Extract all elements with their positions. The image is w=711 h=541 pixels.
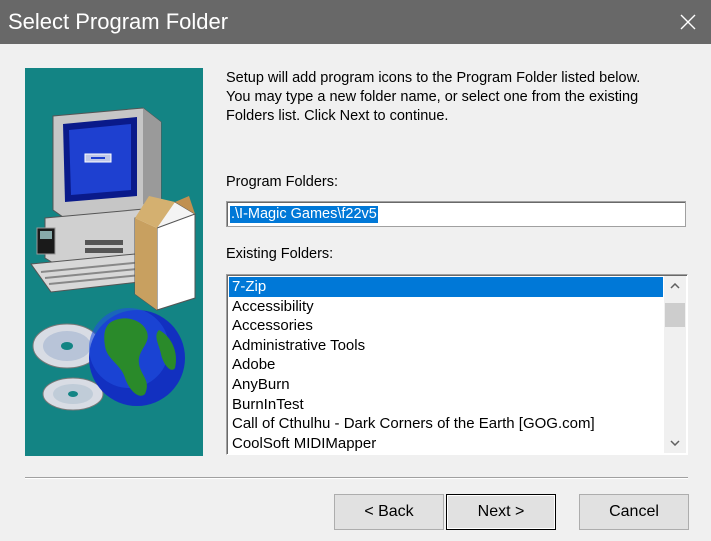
scroll-down-button[interactable] <box>664 433 686 453</box>
computer-globe-illustration <box>30 107 196 411</box>
list-item[interactable]: 7-Zip <box>229 277 663 297</box>
existing-folders-label: Existing Folders: <box>226 246 334 262</box>
close-icon <box>680 14 696 30</box>
existing-folders-list[interactable]: 7-Zip Accessibility Accessories Administ… <box>226 274 688 455</box>
instructions-line: Setup will add program icons to the Prog… <box>226 70 641 86</box>
folder-list-items: 7-Zip Accessibility Accessories Administ… <box>229 277 663 453</box>
back-button[interactable]: < Back <box>334 494 444 530</box>
vertical-scrollbar[interactable] <box>664 276 686 453</box>
program-folders-label: Program Folders: <box>226 174 339 190</box>
next-button[interactable]: Next > <box>446 494 556 530</box>
chevron-down-icon <box>670 440 680 446</box>
list-item[interactable]: Accessibility <box>229 297 663 317</box>
program-folder-value: .\I-Magic Games\f22v5 <box>230 206 378 223</box>
list-item[interactable]: AnyBurn <box>229 375 663 395</box>
scroll-thumb[interactable] <box>665 303 685 327</box>
scroll-up-button[interactable] <box>664 276 686 296</box>
instructions-text: Setup will add program icons to the Prog… <box>226 69 686 126</box>
list-item[interactable]: BurnInTest <box>229 395 663 415</box>
list-item[interactable]: Call of Cthulhu - Dark Corners of the Ea… <box>229 414 663 434</box>
list-item[interactable]: Adobe <box>229 355 663 375</box>
cancel-button[interactable]: Cancel <box>579 494 689 530</box>
button-divider <box>25 477 688 479</box>
program-folder-input[interactable]: .\I-Magic Games\f22v5 <box>226 201 686 227</box>
list-item[interactable]: Administrative Tools <box>229 336 663 356</box>
chevron-up-icon <box>670 283 680 289</box>
instructions-line: You may type a new folder name, or selec… <box>226 89 639 105</box>
list-item[interactable]: Accessories <box>229 316 663 336</box>
window-title: Select Program Folder <box>8 9 229 34</box>
list-item[interactable]: CoolSoft MIDIMapper <box>229 434 663 454</box>
setup-illustration <box>25 68 203 456</box>
instructions-line: Folders list. Click Next to continue. <box>226 108 449 124</box>
close-button[interactable] <box>665 0 711 44</box>
title-bar: Select Program Folder <box>0 0 711 44</box>
